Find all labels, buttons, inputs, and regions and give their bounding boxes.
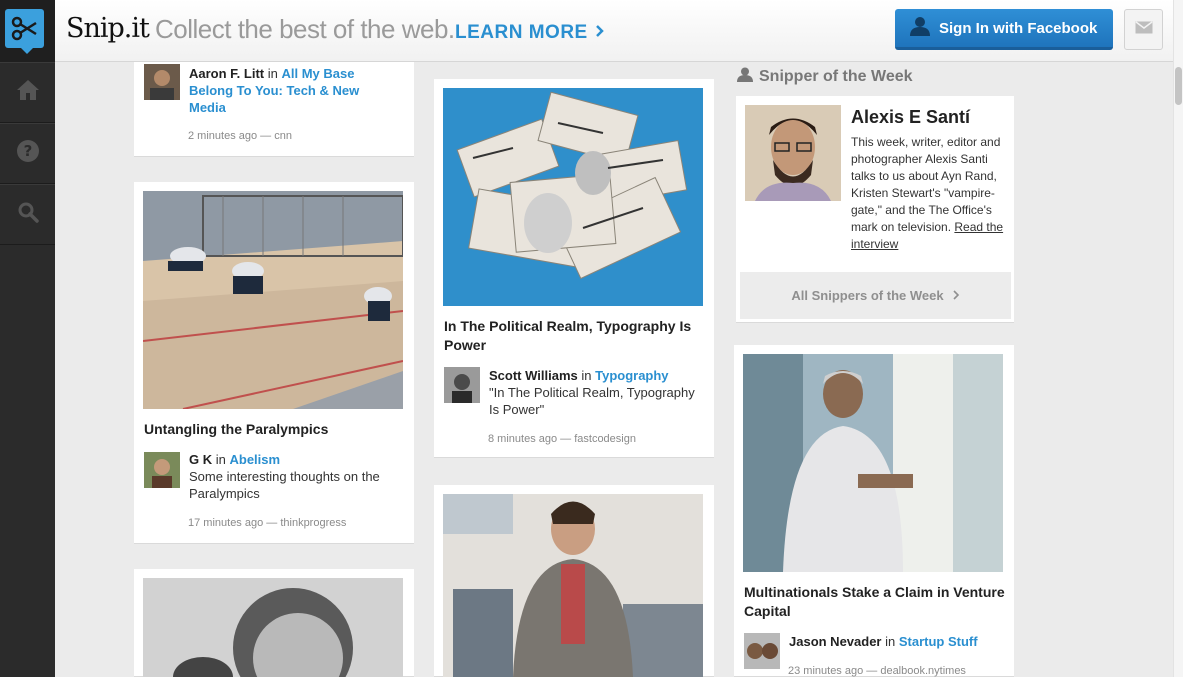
envelope-icon bbox=[1135, 20, 1153, 39]
sign-in-facebook-button[interactable]: Sign In with Facebook bbox=[895, 9, 1113, 50]
left-nav: ? bbox=[0, 0, 55, 677]
sotw-avatar[interactable] bbox=[745, 105, 841, 201]
username-link[interactable]: Aaron F. Litt bbox=[189, 66, 264, 81]
user-icon bbox=[909, 16, 931, 40]
top-header: Snip.it Collect the best of the web. LEA… bbox=[55, 0, 1173, 62]
chevron-right-icon bbox=[594, 22, 606, 43]
learn-more-link[interactable]: LEARN MORE bbox=[455, 22, 606, 44]
sotw-bio: This week, writer, editor and photograph… bbox=[851, 134, 1008, 253]
snip-image[interactable] bbox=[743, 354, 1003, 572]
in-label: in bbox=[267, 66, 278, 81]
nav-logo[interactable] bbox=[0, 0, 55, 62]
snip-card[interactable] bbox=[434, 485, 714, 677]
snip-card[interactable]: In The Political Realm, Typography Is Po… bbox=[434, 79, 714, 458]
snip-card[interactable]: Multinationals Stake a Claim in Venture … bbox=[734, 345, 1014, 677]
category-link[interactable]: Abelism bbox=[230, 452, 281, 467]
snip-timestamp: 8 minutes ago — fastcodesign bbox=[488, 433, 636, 445]
sotw-name[interactable]: Alexis E Santí bbox=[851, 107, 970, 128]
snip-timestamp: 23 minutes ago — dealbook.nytimes bbox=[788, 665, 966, 677]
snip-image[interactable] bbox=[143, 191, 403, 409]
snip-image[interactable] bbox=[143, 578, 403, 677]
snip-byline: Jason Nevader in Startup Stuff bbox=[789, 633, 978, 650]
nav-help[interactable]: ? bbox=[0, 123, 55, 184]
username-link[interactable]: G K bbox=[189, 452, 212, 467]
snipper-of-week-card: Alexis E Santí This week, writer, editor… bbox=[736, 96, 1014, 323]
avatar[interactable] bbox=[444, 367, 480, 403]
snip-byline: G K in Abelism bbox=[189, 451, 280, 468]
scrollbar-thumb[interactable] bbox=[1175, 67, 1182, 105]
home-icon bbox=[16, 79, 40, 106]
brand-logo[interactable]: Snip.it bbox=[66, 13, 150, 44]
avatar[interactable] bbox=[744, 633, 780, 669]
snip-title[interactable]: Untangling the Paralympics bbox=[144, 420, 404, 439]
user-icon bbox=[737, 67, 753, 87]
snip-card[interactable] bbox=[134, 569, 414, 677]
chevron-right-icon bbox=[952, 288, 960, 303]
snip-card[interactable]: Aaron F. Litt in All My Base Belong To Y… bbox=[134, 62, 414, 157]
in-label: in bbox=[581, 368, 592, 383]
learn-more-label: LEARN MORE bbox=[455, 22, 588, 43]
search-icon bbox=[17, 201, 39, 228]
all-snippers-label: All Snippers of the Week bbox=[791, 288, 944, 303]
username-link[interactable]: Jason Nevader bbox=[789, 634, 882, 649]
all-snippers-button[interactable]: All Snippers of the Week bbox=[740, 272, 1011, 319]
snip-byline: Scott Williams in Typography bbox=[489, 367, 669, 384]
snip-title[interactable]: Multinationals Stake a Claim in Venture … bbox=[744, 583, 1006, 621]
svg-text:?: ? bbox=[23, 142, 32, 160]
nav-search[interactable] bbox=[0, 184, 55, 245]
category-link[interactable]: Typography bbox=[595, 368, 668, 383]
in-label: in bbox=[885, 634, 896, 649]
snip-image[interactable] bbox=[443, 88, 703, 306]
scissors-icon[interactable] bbox=[5, 9, 44, 54]
snip-timestamp: 2 minutes ago — cnn bbox=[188, 130, 292, 142]
avatar[interactable] bbox=[144, 452, 180, 488]
snip-card[interactable]: Untangling the Paralympics G K in Abelis… bbox=[134, 182, 414, 544]
snip-byline: Aaron F. Litt in All My Base Belong To Y… bbox=[189, 65, 369, 116]
snipper-of-week-heading: Snipper of the Week bbox=[737, 67, 913, 87]
help-icon: ? bbox=[16, 139, 40, 168]
category-link[interactable]: Startup Stuff bbox=[899, 634, 978, 649]
messages-button[interactable] bbox=[1124, 9, 1163, 50]
snip-title[interactable]: In The Political Realm, Typography Is Po… bbox=[444, 317, 706, 355]
nav-home[interactable] bbox=[0, 62, 55, 123]
snip-image[interactable] bbox=[443, 494, 703, 677]
tagline: Collect the best of the web. bbox=[155, 14, 455, 44]
avatar[interactable] bbox=[144, 64, 180, 100]
facebook-button-label: Sign In with Facebook bbox=[939, 19, 1098, 37]
snip-quote: "In The Political Realm, Typography Is P… bbox=[489, 385, 695, 417]
username-link[interactable]: Scott Williams bbox=[489, 368, 578, 383]
snip-timestamp: 17 minutes ago — thinkprogress bbox=[188, 517, 347, 529]
in-label: in bbox=[215, 452, 226, 467]
snipper-of-week-title: Snipper of the Week bbox=[759, 68, 913, 85]
snip-quote: Some interesting thoughts on the Paralym… bbox=[189, 469, 380, 501]
